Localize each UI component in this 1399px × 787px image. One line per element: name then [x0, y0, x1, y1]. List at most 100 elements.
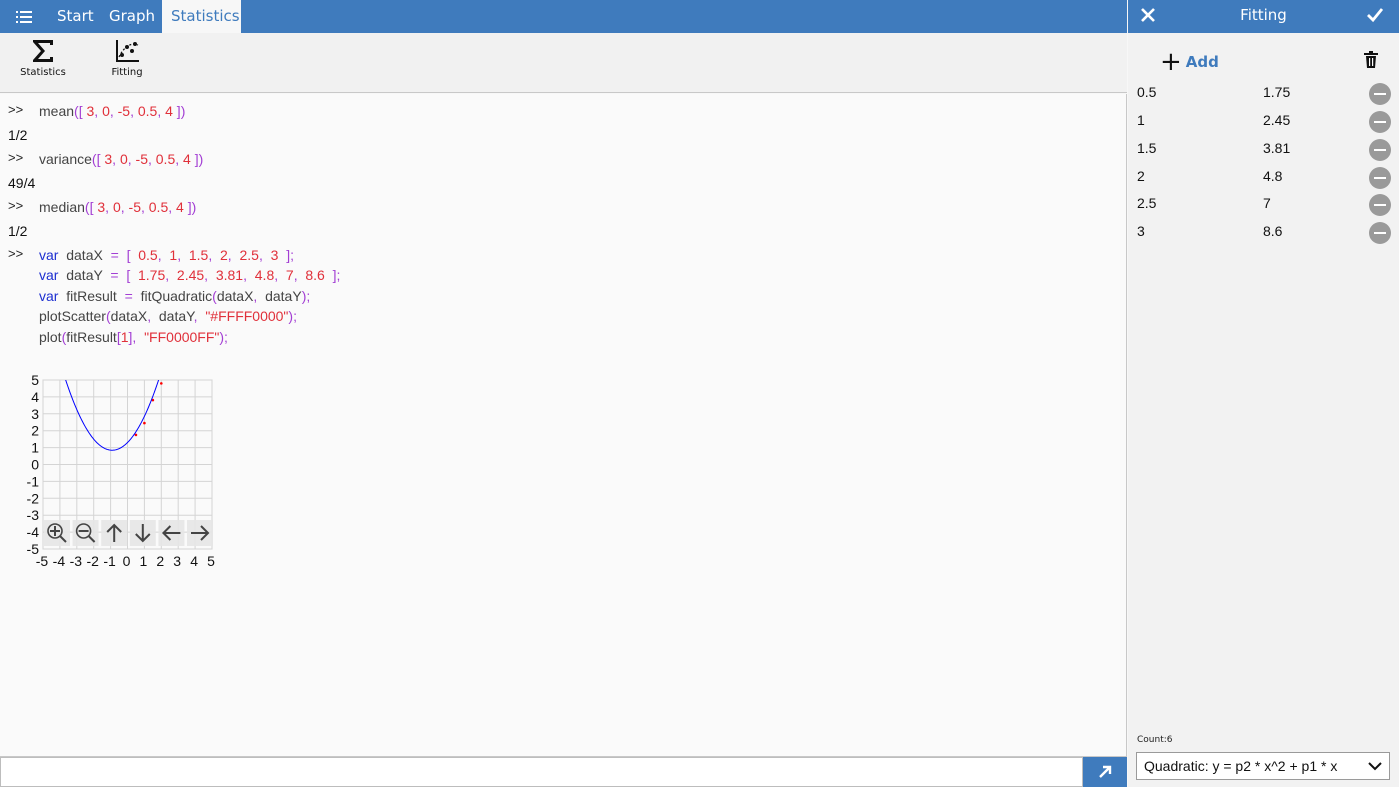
tab-graph[interactable]: Graph [100, 0, 164, 33]
prompt-marker: >> [8, 102, 24, 117]
arg: 0 [119, 151, 128, 167]
command-line: variance([ 3, 0, -5, 0.5, 4 ]) [39, 151, 204, 167]
remove-icon[interactable] [1369, 139, 1391, 161]
x-tick-label: 0 [123, 553, 131, 569]
zoom-in-icon[interactable] [44, 520, 70, 546]
y-tick-label: 4 [31, 389, 39, 405]
fit-model-select[interactable]: Quadratic: y = p2 * x^2 + p1 * x [1136, 752, 1390, 780]
variable-name: fitResult [66, 288, 117, 304]
data-point-row[interactable]: 1.5 3.81 [1128, 136, 1399, 164]
x-tick-label: -3 [70, 553, 83, 569]
index: 1 [120, 329, 129, 345]
prompt-marker: >> [8, 150, 24, 165]
trash-icon[interactable] [1364, 51, 1378, 72]
plus-icon: + [1160, 47, 1182, 77]
variable-name: dataX [216, 288, 254, 304]
x-value[interactable]: 2 [1137, 168, 1145, 184]
tab-start[interactable]: Start [48, 0, 103, 33]
arg: 4 [176, 199, 184, 215]
y-value[interactable]: 1.75 [1263, 84, 1290, 100]
function-name: median [39, 199, 85, 215]
data-point-row[interactable]: 2 4.8 [1128, 164, 1399, 192]
fitting-panel: Fitting + Add 0.5 1.75 1 2.45 1.5 3.81 2… [1128, 0, 1399, 787]
scatter-point [160, 382, 163, 385]
result-value: 1/2 [8, 223, 28, 239]
y-value[interactable]: 3.81 [1263, 140, 1290, 156]
command-input[interactable] [0, 757, 1083, 787]
x-tick-label: 5 [207, 553, 215, 569]
scatter-point [143, 421, 146, 425]
y-tick-label: 5 [31, 374, 39, 388]
variable-name: dataY [158, 308, 194, 324]
pan-down-icon[interactable] [129, 520, 156, 546]
arg: -5 [135, 151, 148, 167]
plot-area[interactable]: 5 4 3 2 1 0 -1 -2 -3 -4 -5 -5 -4 -3 -2 -1 0 1 2 3 4 5 [18, 372, 218, 574]
variable-name: dataY [265, 288, 302, 304]
fit-plot[interactable]: 543210-1-2-3-4-5-5 -4 -3 -2 -1 0 1 2 3 4 5 [18, 372, 218, 574]
x-value[interactable]: 1.5 [1137, 140, 1156, 156]
pan-up-icon[interactable] [101, 520, 128, 546]
app-window: Start Graph Statistics Statistics Fittin… [0, 0, 1399, 787]
pan-right-icon[interactable] [187, 520, 213, 546]
x-value[interactable]: 1 [1137, 112, 1145, 128]
remove-icon[interactable] [1369, 111, 1391, 133]
sigma-icon [33, 40, 53, 62]
y-value[interactable]: 2.45 [1263, 112, 1290, 128]
y-tick-label: 1 [31, 440, 39, 456]
arg: -5 [128, 199, 141, 215]
value: 3 [270, 247, 279, 263]
function-name: plot [39, 329, 62, 345]
function-name: variance [39, 151, 92, 167]
top-nav-bar: Start Graph Statistics [0, 0, 1127, 33]
arg: 0.5 [148, 199, 169, 215]
tab-statistics[interactable]: Statistics [162, 0, 241, 33]
arg: 0 [102, 103, 110, 119]
console-output[interactable]: >> mean([ 3, 0, -5, 0.5, 4 ]) 1/2 >> var… [0, 94, 1127, 756]
variable-name: dataX [66, 247, 103, 263]
y-value[interactable]: 4.8 [1263, 168, 1282, 184]
run-button[interactable] [1083, 757, 1127, 787]
value: 8.6 [305, 267, 325, 283]
command-line: median([ 3, 0, -5, 0.5, 4 ]) [39, 199, 197, 215]
fitting-button[interactable]: Fitting [92, 33, 162, 93]
script-line-datay: var dataY = [ 1.75, 2.45, 3.81, 4.8, 7, … [39, 267, 341, 283]
data-point-row[interactable]: 3 8.6 [1128, 219, 1399, 247]
keyword: var [39, 267, 59, 283]
x-value[interactable]: 3 [1137, 223, 1145, 239]
value: 1.75 [138, 267, 166, 283]
value: 0.5 [138, 247, 158, 263]
pan-left-icon[interactable] [158, 520, 185, 546]
remove-icon[interactable] [1369, 194, 1391, 216]
data-point-row[interactable]: 2.5 7 [1128, 191, 1399, 219]
fitting-panel-header: Fitting [1128, 0, 1399, 33]
command-line: mean([ 3, 0, -5, 0.5, 4 ]) [39, 103, 186, 119]
data-point-row[interactable]: 0.5 1.75 [1128, 80, 1399, 108]
string-literal: "FF0000FF" [144, 329, 220, 345]
x-value[interactable]: 2.5 [1137, 195, 1156, 211]
y-value[interactable]: 7 [1263, 195, 1271, 211]
remove-icon[interactable] [1369, 167, 1391, 189]
zoom-out-icon[interactable] [72, 520, 99, 546]
add-point-button[interactable]: + Add [1160, 47, 1219, 77]
menu-icon[interactable] [0, 0, 48, 33]
arg: 0 [112, 199, 121, 215]
string-literal: "#FFFF0000" [205, 308, 289, 324]
data-point-row[interactable]: 1 2.45 [1128, 108, 1399, 136]
statistics-button[interactable]: Statistics [8, 33, 78, 93]
value: 4.8 [254, 267, 275, 283]
panel-title: Fitting [1240, 6, 1287, 24]
remove-icon[interactable] [1369, 83, 1391, 105]
ribbon-toolbar: Statistics Fitting [0, 33, 1127, 93]
y-value[interactable]: 8.6 [1263, 223, 1282, 239]
value: 2.45 [176, 267, 205, 283]
fitting-button-label: Fitting [111, 67, 143, 78]
y-tick-label: -4 [27, 524, 40, 540]
checkmark-icon[interactable] [1366, 6, 1384, 28]
remove-icon[interactable] [1369, 222, 1391, 244]
chevron-down-icon [1365, 753, 1385, 779]
x-tick-label: -2 [86, 553, 99, 569]
keyword: var [39, 247, 59, 263]
add-label: Add [1185, 53, 1219, 71]
x-value[interactable]: 0.5 [1137, 84, 1156, 100]
arrow-up-right-icon [1099, 765, 1112, 778]
